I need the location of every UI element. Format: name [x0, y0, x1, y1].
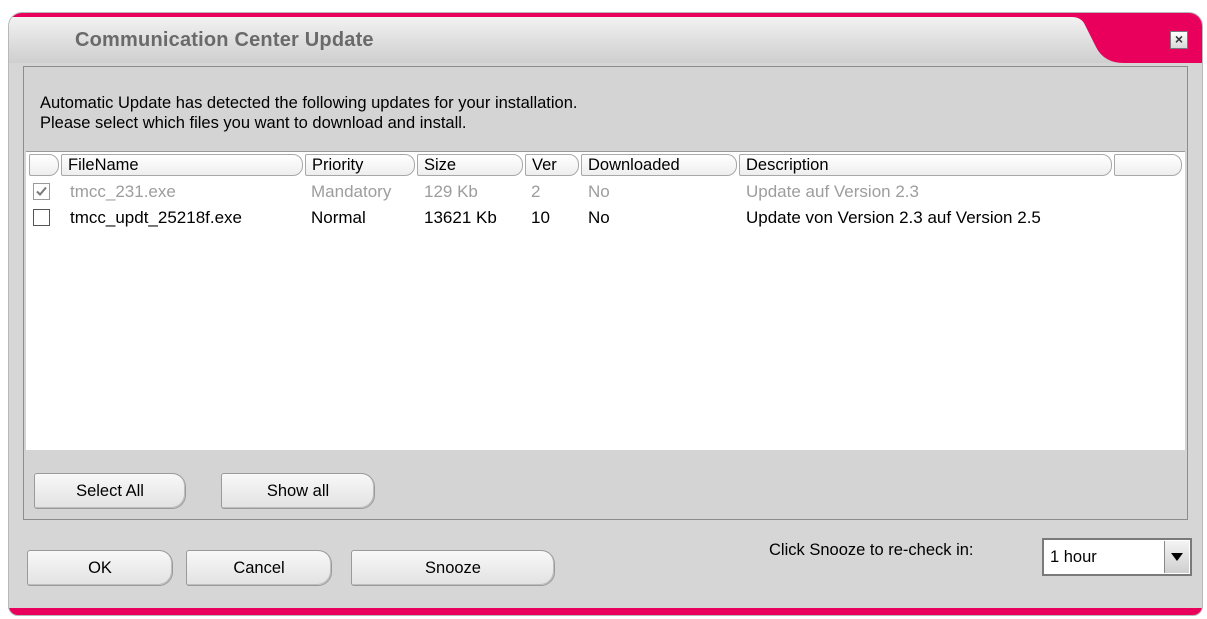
column-header-description[interactable]: Description [739, 154, 1112, 176]
title-bar[interactable]: Communication Center Update × [9, 13, 1202, 63]
column-header-ver[interactable]: Ver [525, 154, 579, 176]
list-header: FileName Priority Size Ver Downloaded De… [26, 154, 1185, 178]
chevron-down-icon [1171, 553, 1183, 561]
cell-filename: tmcc_updt_25218f.exe [70, 208, 243, 227]
column-header-priority[interactable]: Priority [305, 154, 415, 176]
column-header-check[interactable] [29, 154, 59, 176]
snooze-button[interactable]: Snooze [351, 550, 555, 586]
dropdown-arrow-button[interactable] [1164, 541, 1189, 573]
window-title: Communication Center Update [75, 29, 374, 51]
updates-group: Automatic Update has detected the follow… [23, 66, 1188, 520]
cell-description: Update auf Version 2.3 [746, 182, 919, 201]
intro-text: Automatic Update has detected the follow… [40, 93, 578, 133]
snooze-interval-value: 1 hour [1050, 548, 1097, 566]
intro-line-1: Automatic Update has detected the follow… [40, 94, 578, 112]
column-header-size[interactable]: Size [417, 154, 523, 176]
cell-ver: 10 [531, 208, 550, 227]
cell-ver: 2 [531, 182, 541, 201]
checkmark-icon [36, 186, 47, 196]
table-row[interactable]: tmcc_231.exe Mandatory 129 Kb 2 No Updat… [26, 180, 1185, 204]
row-checkbox[interactable] [33, 183, 50, 200]
cell-priority: Mandatory [311, 182, 392, 201]
cell-priority: Normal [311, 208, 366, 227]
updates-list[interactable]: FileName Priority Size Ver Downloaded De… [26, 151, 1185, 450]
snooze-label: Click Snooze to re-check in: [769, 541, 974, 559]
intro-line-2: Please select which files you want to do… [40, 114, 467, 132]
ok-button[interactable]: OK [27, 550, 173, 586]
cancel-button[interactable]: Cancel [186, 550, 332, 586]
column-header-downloaded[interactable]: Downloaded [581, 154, 737, 176]
select-all-button[interactable]: Select All [34, 473, 186, 509]
cell-size: 13621 Kb [424, 208, 497, 227]
cell-downloaded: No [588, 182, 610, 201]
row-checkbox[interactable] [33, 209, 50, 226]
cell-size: 129 Kb [424, 182, 478, 201]
close-button[interactable]: × [1170, 31, 1188, 49]
table-row[interactable]: tmcc_updt_25218f.exe Normal 13621 Kb 10 … [26, 206, 1185, 230]
bottom-accent-bar [9, 608, 1202, 615]
column-header-filename[interactable]: FileName [61, 154, 303, 176]
column-header-extra[interactable] [1114, 154, 1182, 176]
snooze-interval-select[interactable]: 1 hour [1042, 538, 1192, 576]
cell-filename: tmcc_231.exe [70, 182, 176, 201]
cell-downloaded: No [588, 208, 610, 227]
show-all-button[interactable]: Show all [221, 473, 375, 509]
cell-description: Update von Version 2.3 auf Version 2.5 [746, 208, 1041, 227]
update-dialog: Communication Center Update × Automatic … [8, 12, 1203, 616]
